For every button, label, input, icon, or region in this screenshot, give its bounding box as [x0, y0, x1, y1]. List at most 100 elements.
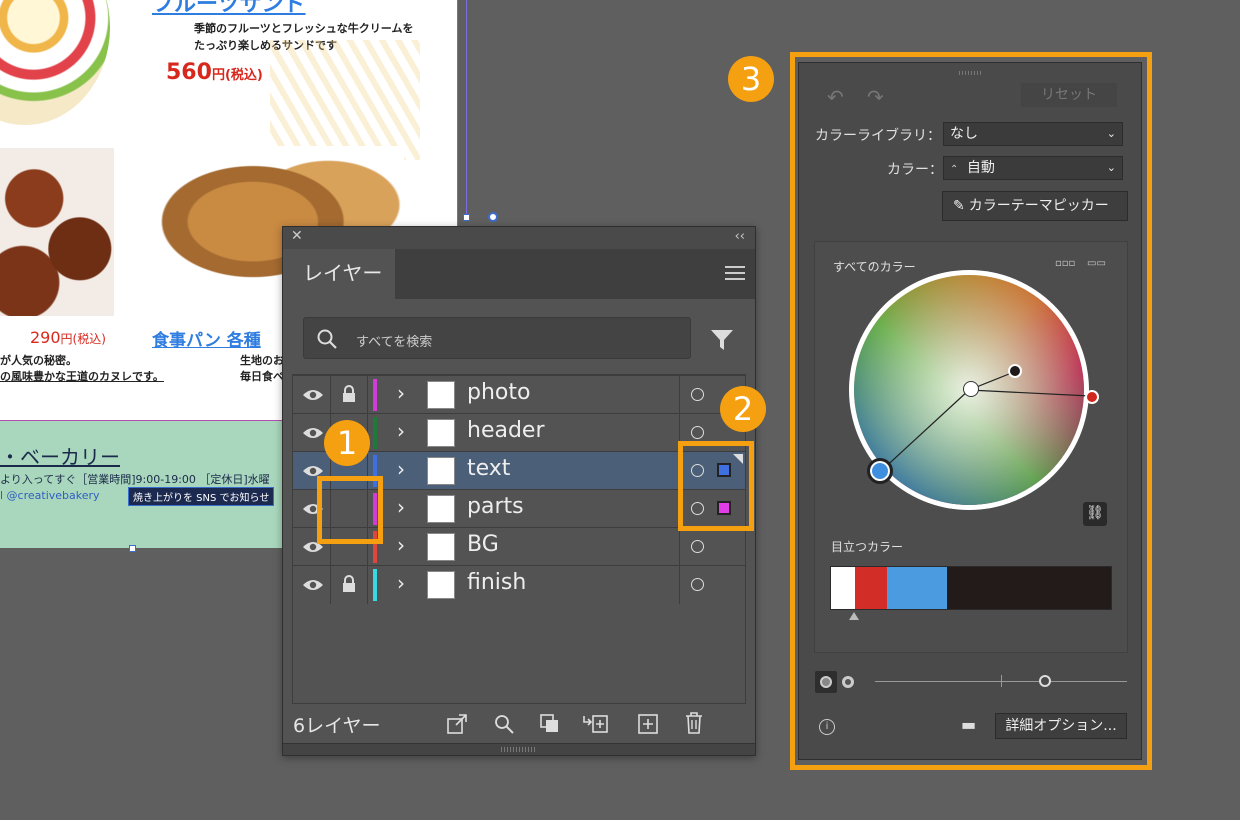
- target-circle-icon[interactable]: [691, 426, 704, 439]
- layer-name[interactable]: parts: [467, 494, 524, 519]
- folder-icon[interactable]: ▬: [961, 715, 976, 734]
- info-icon[interactable]: i: [819, 719, 835, 735]
- target-circle-icon[interactable]: [691, 540, 704, 553]
- eye-icon[interactable]: [302, 388, 324, 402]
- layer-name[interactable]: text: [467, 456, 510, 481]
- expand-chevron-icon[interactable]: ›: [397, 571, 405, 595]
- expand-chevron-icon[interactable]: ›: [397, 419, 405, 443]
- eye-icon[interactable]: [302, 578, 324, 592]
- stepper-icon[interactable]: ⌃: [950, 164, 958, 175]
- new-sublayer-icon[interactable]: [583, 713, 609, 735]
- color-library-label: カラーライブラリ：: [815, 128, 941, 144]
- radio-option-1[interactable]: [815, 671, 837, 693]
- panel-menu-icon[interactable]: [725, 266, 745, 280]
- expand-chevron-icon[interactable]: ›: [397, 533, 405, 557]
- bread-desc-2: 毎日食べ: [240, 370, 284, 383]
- color-library-select[interactable]: なし ⌄: [943, 122, 1123, 146]
- lock-icon[interactable]: [342, 385, 356, 403]
- layer-count: 6レイヤー: [293, 715, 381, 737]
- reset-button[interactable]: リセット: [1021, 83, 1117, 107]
- radio-option-2[interactable]: [842, 676, 854, 688]
- lock-icon[interactable]: [342, 575, 356, 593]
- undo-icon[interactable]: ↶: [827, 85, 844, 109]
- close-icon[interactable]: ✕: [291, 228, 303, 244]
- expand-chevron-icon[interactable]: ›: [397, 381, 405, 405]
- base-color-handle[interactable]: [963, 381, 979, 397]
- color-select[interactable]: ⌃ 自動 ⌄: [943, 156, 1123, 180]
- prominent-slider-handle[interactable]: [849, 612, 859, 620]
- color-handle-blue[interactable]: [867, 458, 893, 484]
- layer-name[interactable]: photo: [467, 380, 530, 405]
- slider-tick: [1001, 675, 1002, 687]
- callout-3: 3: [728, 56, 774, 102]
- chevron-down-icon: ⌄: [1106, 161, 1116, 174]
- locate-object-icon[interactable]: [493, 713, 515, 735]
- layer-thumbnail: [427, 571, 455, 599]
- search-input[interactable]: すべてを検索: [356, 331, 432, 350]
- layer-thumbnail: [427, 495, 455, 523]
- link-icon[interactable]: ⛓: [1083, 502, 1107, 526]
- redo-icon[interactable]: ↷: [867, 85, 884, 109]
- layer-thumbnail: [427, 457, 455, 485]
- slider-handle[interactable]: [1039, 675, 1051, 687]
- fruit-desc-1: 季節のフルーツとフレッシュな牛クリームを: [194, 22, 414, 35]
- layer-name[interactable]: finish: [467, 570, 526, 595]
- collapse-icon[interactable]: ‹‹: [735, 229, 745, 244]
- eyedropper-icon: ✎: [953, 198, 965, 214]
- color-value: 自動: [966, 160, 995, 176]
- advanced-options-button[interactable]: 詳細オプション...: [995, 713, 1127, 739]
- color-wheel-area[interactable]: すべてのカラー ▫▫▫ ▭▭ ⛓ 目立つカラー: [814, 241, 1128, 653]
- swatch-white[interactable]: [831, 567, 855, 609]
- filter-icon[interactable]: [709, 327, 735, 353]
- layer-name[interactable]: header: [467, 418, 545, 443]
- tab-bar: レイヤー: [283, 249, 755, 299]
- selection-handle[interactable]: [463, 214, 470, 221]
- fruit-sandwich-image[interactable]: [0, 0, 110, 125]
- new-layer-icon[interactable]: [637, 713, 659, 735]
- eye-icon[interactable]: [302, 426, 324, 440]
- highlight-box-1: [317, 476, 383, 544]
- color-handle-red[interactable]: [1085, 390, 1099, 404]
- search-icon: [317, 329, 337, 349]
- rotate-handle[interactable]: [488, 212, 498, 222]
- shop-info: より入ってすぐ［営業時間]9:00-19:00 ［定休日]水曜: [0, 473, 270, 486]
- color-theme-picker-button[interactable]: ✎ カラーテーマピッカー: [942, 191, 1128, 221]
- shop-name: ・ベーカリー: [0, 445, 120, 469]
- target-circle-icon[interactable]: [691, 388, 704, 401]
- color-handle-dark[interactable]: [1008, 364, 1022, 378]
- panel-titlebar[interactable]: ✕ ‹‹: [283, 227, 755, 249]
- resize-grip[interactable]: [283, 743, 755, 755]
- clipping-mask-icon[interactable]: [539, 713, 561, 735]
- highlight-box-2: [678, 441, 754, 531]
- callout-2: 2: [720, 386, 766, 432]
- swatch-blue[interactable]: [887, 567, 947, 609]
- color-library-value: なし: [950, 126, 978, 142]
- layer-color-bar: [373, 417, 377, 449]
- expand-chevron-icon[interactable]: ›: [397, 495, 405, 519]
- layer-row[interactable]: › photo: [293, 375, 745, 414]
- panel-grip[interactable]: [959, 71, 981, 75]
- layer-name[interactable]: BG: [467, 532, 499, 557]
- color-theme-panel[interactable]: ↶ ↷ リセット カラーライブラリ： なし ⌄ カラー： ⌃ 自動 ⌄ ✎ カラー…: [798, 62, 1142, 760]
- export-icon[interactable]: [446, 713, 468, 735]
- canele-desc-2: の風味豊かな王道のカヌレです。: [0, 370, 164, 383]
- layer-color-bar: [373, 379, 377, 411]
- swatch-red[interactable]: [855, 567, 887, 609]
- layer-thumbnail: [427, 419, 455, 447]
- callout-1: 1: [324, 420, 370, 466]
- trash-icon[interactable]: [683, 711, 705, 735]
- search-field[interactable]: すべてを検索: [303, 317, 691, 359]
- wheat-decoration: [270, 40, 420, 160]
- target-circle-icon[interactable]: [691, 578, 704, 591]
- expand-chevron-icon[interactable]: ›: [397, 457, 405, 481]
- layer-row[interactable]: › finish: [293, 565, 745, 604]
- layer-thumbnail: [427, 381, 455, 409]
- prominent-colors-bar[interactable]: [830, 566, 1112, 610]
- bread-title: 食事パン 各種: [152, 331, 261, 351]
- swatch-dark[interactable]: [947, 567, 1111, 609]
- canele-image[interactable]: [0, 148, 114, 316]
- tab-layers[interactable]: レイヤー: [283, 249, 395, 299]
- prominent-colors-label: 目立つカラー: [831, 540, 904, 554]
- selection-handle[interactable]: [129, 545, 136, 552]
- canele-price-value: 290: [30, 328, 61, 347]
